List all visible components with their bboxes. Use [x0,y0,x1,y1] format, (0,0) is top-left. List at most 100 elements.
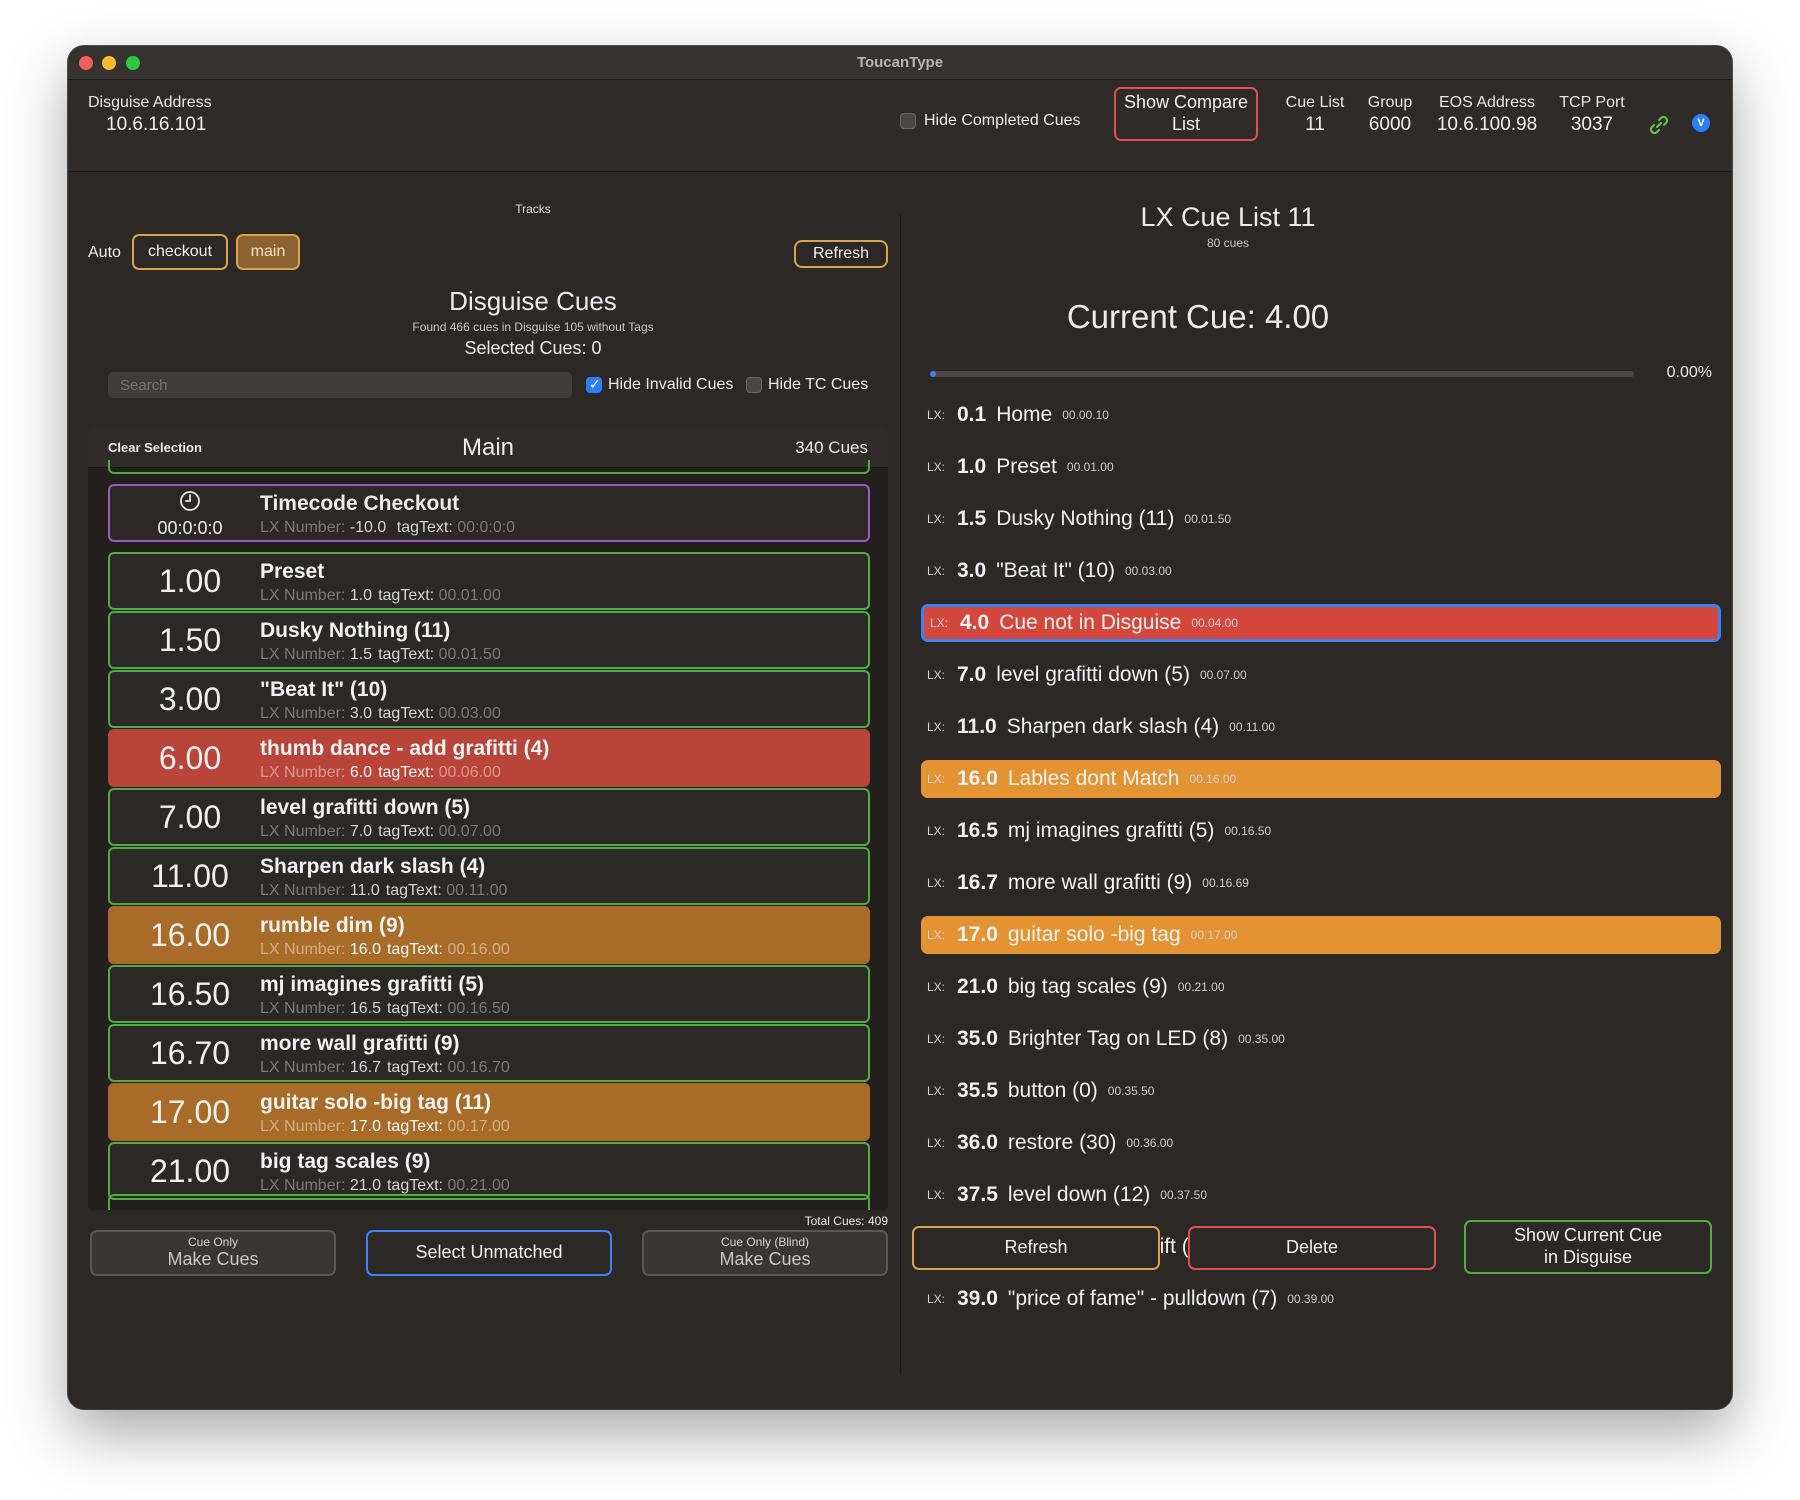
cue-number: 1.50 [158,621,222,658]
show-current-cue-button[interactable]: Show Current Cue in Disguise [1464,1220,1712,1274]
cue-list-item[interactable]: 17.00 guitar solo -big tag (11) LX Number:… [108,1083,870,1141]
lx-cue-number: 16.0 [957,767,998,790]
cue-list-item[interactable]: 6.00 thumb dance - add grafitti (4) LX Num… [108,729,870,787]
cue-list-item[interactable]: 1.00 Preset LX Number: 1.0 tagText: 00.01.0… [108,552,870,610]
lx-cue-number: 16.7 [957,871,998,894]
lx-cue-timecode: 00.00.10 [1062,408,1109,422]
disguise-cue-list[interactable]: Clear Selection Main 340 Cues 00:0:0:0 T… [88,428,888,1210]
hide-invalid-toggle[interactable]: Hide Invalid Cues [586,376,733,394]
lx-number-value: 3.0 [349,705,373,722]
cue-meta: LX Number: 21.0 tagText: 00.21.00 [260,1177,510,1195]
lx-cue-number: 7.0 [957,663,987,686]
cue-list-item[interactable]: 7.00 level grafitti down (5) LX Number: 7.… [108,788,870,846]
lx-cue-row[interactable]: LX: 16.7 more wall grafitti (9) 00.16.69 [921,864,1721,902]
disguise-cues-title: Disguise Cues [449,286,617,316]
tag-text-value: 00.21.00 [447,1177,510,1194]
lx-number-value: 16.7 [349,1059,381,1076]
lx-cue-timecode: 00.01.00 [1066,460,1114,474]
lx-cue-row[interactable]: LX: 3.0 "Beat It" (10) 00.03.00 [921,552,1721,590]
cue-name: mj imagines grafitti (5) [260,973,485,996]
lx-cue-label: level down (12) [1007,1183,1151,1206]
lx-number-value: 6.0 [349,764,373,781]
lx-cue-row[interactable]: LX: 1.0 Preset 00.01.00 [921,448,1721,486]
lx-cue-row[interactable]: LX: 11.0 Sharpen dark slash (4) 00.11.00 [921,708,1721,746]
lx-prefix: LX: [927,772,946,786]
lx-cue-row[interactable]: LX: 35.5 button (0) 00.35.50 [921,1072,1721,1110]
search-input[interactable] [108,372,572,398]
lx-cue-number: 36.0 [957,1131,998,1154]
track-checkout-button[interactable]: checkout [132,234,228,270]
lx-cue-row[interactable]: LX: 37.5 level down (12) 00.37.50 [921,1176,1721,1214]
clear-selection-button[interactable]: Clear Selection [108,440,202,455]
cue-name: thumb dance - add grafitti (4) [260,737,550,760]
tag-text-label: tagText: [386,941,443,958]
cue-list-item[interactable]: 16.00 rumble dim (9) LX Number: 16.0 tagTex… [108,906,870,964]
lx-cue-row[interactable]: LX: 21.0 big tag scales (9) 00.21.00 [921,968,1721,1006]
lx-number-label: LX Number: [260,587,346,604]
track-main-button[interactable]: main [236,234,300,270]
lx-cue-number: 11.0 [957,715,997,738]
auto-label: Auto [88,244,121,261]
lx-cue-number: 39.0 [957,1287,998,1310]
lx-cue-row[interactable]: LX: 16.0 Lables dont Match 00.16.00 [921,760,1721,798]
lx-prefix: LX: [927,1032,946,1046]
cue-name: "Beat It" (10) [260,678,388,701]
lx-cue-row[interactable]: LX: 39.0 "price of fame" - pulldown (7) 00.… [921,1280,1721,1318]
lx-refresh-button[interactable]: Refresh [912,1226,1160,1270]
cue-list-item[interactable]: 16.50 mj imagines grafitti (5) LX Number: … [108,965,870,1023]
lx-cue-number: 0.1 [957,403,987,426]
hide-invalid-checkbox[interactable] [586,376,602,393]
cue-list-item[interactable]: 21.00 big tag scales (9) LX Number: 21.0 ta… [108,1142,870,1200]
cue-number: 16.00 [149,916,231,953]
cue-list-item[interactable]: 3.00 "Beat It" (10) LX Number: 3.0 tagText:… [108,670,870,728]
disguise-address-value: 10.6.16.101 [106,114,207,135]
hide-tc-checkbox[interactable] [746,377,762,393]
tracks-label: Tracks [515,202,551,216]
lx-cue-label: restore (30) [1007,1131,1117,1154]
lx-cue-row[interactable]: LX: 7.0 level grafitti down (5) 00.07.00 [921,656,1721,694]
lx-cue-timecode: 00.01.50 [1184,512,1232,526]
lx-number-label: LX Number: [260,1000,346,1017]
lx-cue-row[interactable]: LX: 0.1 Home 00.00.10 [921,396,1721,434]
timecode-cue-meta: LX Number: -10.0 tagText: 00:0:0:0 [260,519,515,537]
make-cues-button[interactable]: Cue Only Make Cues [90,1230,336,1276]
tag-text-value: 00.01.50 [438,646,501,663]
cue-name: rumble dim (9) [260,914,405,937]
lx-cue-label: Lables dont Match [1007,767,1180,790]
lx-number-value: 16.5 [349,1000,381,1017]
refresh-tracks-button[interactable]: Refresh [794,240,888,268]
lx-cue-number: 1.0 [957,455,987,478]
lx-cue-row[interactable]: LX: 35.0 Brighter Tag on LED (8) 00.35.00 [921,1020,1721,1058]
cue-list-item[interactable]: 1.50 Dusky Nothing (11) LX Number: 1.5 tagT… [108,611,870,669]
lx-cue-row[interactable]: LX: 4.0 Cue not in Disguise 00.04.00 [921,604,1721,642]
app-window: ToucanType Disguise Address 10.6.16.101 … [68,46,1732,1409]
disguise-address[interactable]: Disguise Address 10.6.16.101 [88,94,212,136]
lx-cue-number: 17.0 [957,923,998,946]
cue-meta: LX Number: 16.0 tagText: 00.16.00 [260,941,510,959]
timecode-cue-name: Timecode Checkout [260,492,460,515]
lx-cue-label: Dusky Nothing (11) [996,507,1175,530]
cue-meta: LX Number: 17.0 tagText: 00.17.00 [260,1118,510,1136]
make-cues-blind-button[interactable]: Cue Only (Blind) Make Cues [642,1230,888,1276]
lx-prefix: LX: [927,720,946,734]
tag-text-label: tagText: [386,1118,443,1135]
lx-number-value: -10.0 [349,519,387,536]
delete-button[interactable]: Delete [1188,1226,1436,1270]
timecode-cue-item[interactable]: 00:0:0:0 Timecode Checkout LX Number: -1… [108,484,870,542]
cue-meta: LX Number: 1.5 tagText: 00.01.50 [260,646,501,664]
lx-prefix: LX: [927,1188,946,1202]
lx-cue-list[interactable]: LX: 0.1 Home 00.00.10 LX: 1.0 Preset 00.01.00 LX… [910,46,1730,1310]
lx-cue-number: 37.5 [957,1183,998,1206]
lx-number-label: LX Number: [260,1059,346,1076]
hide-tc-toggle[interactable]: Hide TC Cues [746,376,868,394]
track-name: Main [461,434,515,461]
cue-list-item[interactable]: 16.70 more wall grafitti (9) LX Number: 16… [108,1024,870,1082]
lx-number-value: 16.0 [349,941,381,958]
lx-cue-row[interactable]: LX: 16.5 mj imagines grafitti (5) 00.16.50 [921,812,1721,850]
cue-list-item[interactable]: 11.00 Sharpen dark slash (4) LX Number: 11… [108,847,870,905]
lx-cue-row[interactable]: LX: 17.0 guitar solo -big tag 00.17.00 [921,916,1721,954]
lx-cue-row[interactable]: LX: 36.0 restore (30) 00.36.00 [921,1124,1721,1162]
lx-cue-number: 1.5 [957,507,987,530]
lx-cue-row[interactable]: LX: 1.5 Dusky Nothing (11) 00.01.50 [921,500,1721,538]
select-unmatched-button[interactable]: Select Unmatched [366,1230,612,1276]
